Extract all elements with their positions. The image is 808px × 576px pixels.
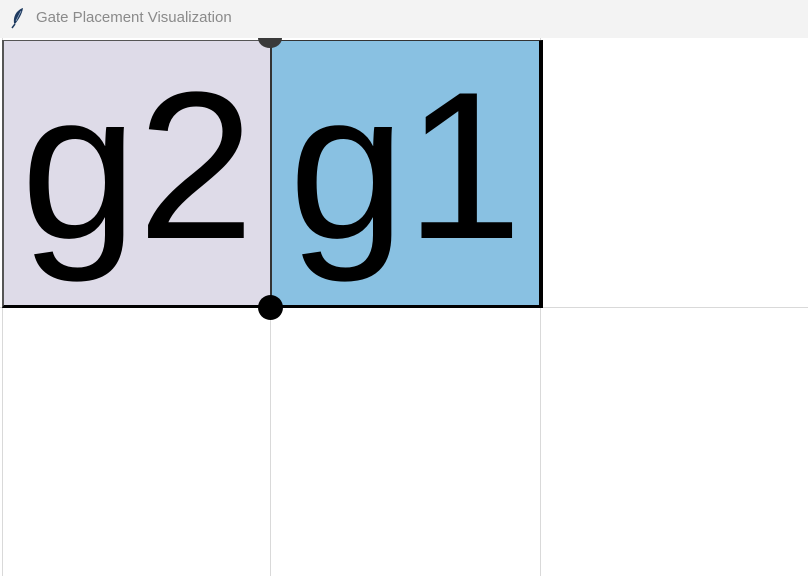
- window-title: Gate Placement Visualization: [36, 9, 232, 26]
- gate-label: g1: [288, 48, 523, 283]
- gate-label: g2: [20, 48, 255, 283]
- connection-node[interactable]: [258, 295, 283, 320]
- gate-g2[interactable]: g2: [2, 40, 271, 308]
- gate-g1[interactable]: g1: [270, 40, 543, 308]
- placement-canvas[interactable]: g2 g1: [0, 38, 808, 576]
- feather-icon: [10, 7, 26, 29]
- title-bar: Gate Placement Visualization: [0, 0, 808, 38]
